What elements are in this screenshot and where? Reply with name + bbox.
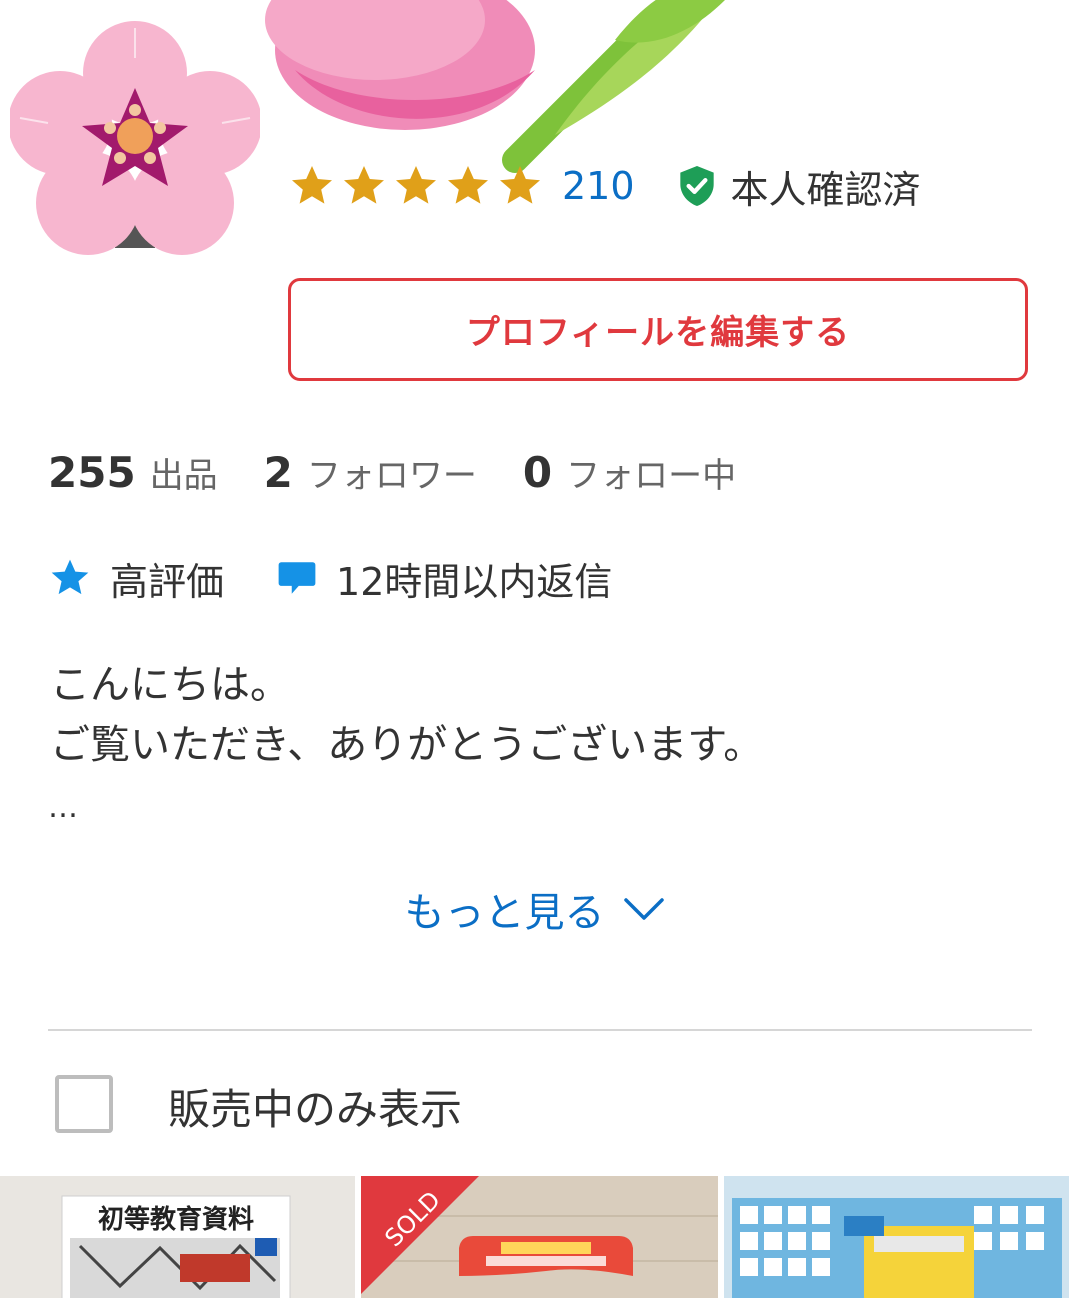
badge-reply-time-label: 12時間以内返信 bbox=[336, 559, 613, 604]
item-thumbnail[interactable]: 初等教育資料 bbox=[0, 1176, 355, 1298]
item-image: SOLD bbox=[361, 1176, 718, 1298]
edit-profile-label: プロフィールを編集する bbox=[465, 313, 851, 353]
verified-shield-icon bbox=[679, 166, 714, 206]
star-icon bbox=[448, 166, 488, 204]
bio-line: ご覧いただき、ありがとうございます。 bbox=[50, 722, 764, 768]
stat-following-count: 0 bbox=[522, 448, 553, 497]
bio-line: こんにちは。 bbox=[50, 662, 290, 708]
stat-following[interactable]: 0 フォロー中 bbox=[523, 448, 736, 497]
show-more-button[interactable]: もっと見る bbox=[0, 880, 1069, 938]
stat-listings[interactable]: 255 出品 bbox=[48, 448, 218, 497]
profile-bio: こんにちは。 ご覧いただき、ありがとうございます。 bbox=[50, 655, 763, 775]
item-image: 初等教育資料 bbox=[0, 1176, 355, 1298]
item-thumbnail-sold[interactable]: SOLD bbox=[361, 1176, 718, 1298]
badge-high-rating-label: 高評価 bbox=[110, 559, 225, 604]
stat-followers-count: 2 bbox=[263, 448, 293, 497]
rating-stars bbox=[288, 162, 544, 210]
chat-bubble-icon bbox=[278, 562, 316, 594]
stat-listings-label: 出品 bbox=[149, 456, 218, 496]
star-icon bbox=[500, 166, 540, 204]
bio-ellipsis: … bbox=[48, 790, 80, 825]
badge-high-rating: 高評価 bbox=[48, 551, 224, 606]
show-more-label: もっと見る bbox=[404, 890, 605, 936]
profile-stats: 255 出品 2 フォロワー 0 フォロー中 bbox=[48, 448, 782, 508]
star-icon bbox=[344, 166, 384, 204]
item-thumbnail[interactable] bbox=[724, 1176, 1069, 1298]
chevron-down-icon bbox=[623, 898, 664, 920]
star-icon bbox=[292, 166, 332, 204]
item-title: 初等教育資料 bbox=[98, 1204, 254, 1235]
stat-followers[interactable]: 2 フォロワー bbox=[264, 448, 477, 497]
verified-badge: 本人確認済 bbox=[677, 159, 921, 214]
verified-label: 本人確認済 bbox=[730, 167, 921, 212]
star-icon bbox=[51, 559, 89, 595]
badge-reply-time: 12時間以内返信 bbox=[276, 551, 612, 606]
stat-following-label: フォロー中 bbox=[566, 456, 737, 496]
section-divider bbox=[48, 1029, 1032, 1031]
user-avatar[interactable] bbox=[10, 18, 260, 268]
star-icon bbox=[396, 166, 436, 204]
on-sale-only-label[interactable]: 販売中のみ表示 bbox=[168, 1076, 462, 1137]
rating-count[interactable]: 210 bbox=[562, 164, 635, 208]
item-image bbox=[724, 1176, 1069, 1298]
on-sale-only-checkbox[interactable] bbox=[55, 1075, 113, 1133]
seller-badges: 高評価 12時間以内返信 bbox=[48, 548, 664, 608]
rating-row[interactable]: 210 本人確認済 bbox=[288, 158, 921, 214]
edit-profile-button[interactable]: プロフィールを編集する bbox=[288, 278, 1028, 381]
stat-listings-count: 255 bbox=[48, 448, 136, 497]
stat-followers-label: フォロワー bbox=[306, 456, 477, 496]
